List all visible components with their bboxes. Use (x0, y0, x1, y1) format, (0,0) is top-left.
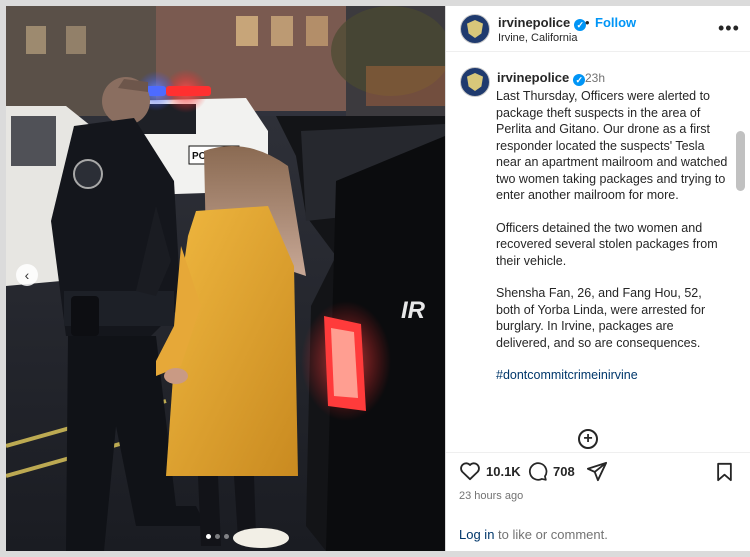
caption-time: 23h (585, 71, 606, 85)
suv-decal: IR (401, 297, 426, 324)
follow-button[interactable]: Follow (595, 15, 636, 30)
post-panel: irvinepolice ✓ • Follow Irvine, Californi… (446, 6, 750, 551)
post-image: POLICE IR (6, 6, 445, 551)
comment-action[interactable]: 708 (527, 461, 575, 482)
comment-icon[interactable] (527, 461, 548, 482)
police-badge-icon (467, 20, 483, 38)
avatar[interactable] (460, 14, 490, 44)
caption-text: Last Thursday, Officers were alerted to … (496, 88, 728, 400)
location-link[interactable]: Irvine, California (498, 32, 577, 44)
verified-icon: ✓ (573, 74, 586, 86)
caption-paragraph: Shensha Fan, 26, and Fang Hou, 52, both … (496, 286, 706, 350)
login-prompt: Log in to like or comment. (459, 527, 608, 542)
share-action[interactable] (586, 461, 608, 482)
comment-count: 708 (553, 464, 575, 479)
login-text: to like or comment. (494, 527, 608, 542)
caption-avatar[interactable] (460, 67, 490, 97)
carousel-prev-button[interactable]: ‹ (16, 264, 38, 286)
caption-paragraph: Last Thursday, Officers were alerted to … (496, 89, 728, 202)
scrollbar-thumb[interactable] (736, 131, 745, 191)
carousel-dot (224, 534, 229, 539)
caption-username-link[interactable]: irvinepolice (497, 70, 569, 85)
dot-separator: • (585, 15, 590, 30)
carousel-dot (206, 534, 211, 539)
police-badge-icon (467, 73, 483, 91)
plus-circle-icon[interactable]: + (578, 429, 598, 449)
screenshot-frame: POLICE IR (0, 0, 750, 557)
hashtag-link[interactable]: #dontcommitcrimeinirvine (496, 367, 728, 384)
post-timestamp: 23 hours ago (459, 490, 524, 502)
post-header: irvinepolice ✓ • Follow Irvine, Californi… (446, 6, 750, 52)
caption-paragraph: Officers detained the two women and reco… (496, 220, 718, 268)
caption-username[interactable]: irvinepolice ✓ (497, 70, 586, 86)
share-icon[interactable] (586, 461, 608, 482)
caption-area: irvinepolice ✓ 23h Last Thursday, Officer… (446, 53, 750, 451)
action-bar: 10.1K 708 23 hours ago Log in to like or… (446, 452, 750, 551)
more-options-icon[interactable]: ••• (718, 18, 740, 39)
login-link[interactable]: Log in (459, 527, 494, 542)
photo-scene: POLICE IR (6, 6, 445, 551)
like-count: 10.1K (486, 463, 521, 479)
heart-icon[interactable] (459, 461, 481, 481)
bookmark-icon[interactable] (716, 462, 733, 482)
username-link[interactable]: irvinepolice (498, 15, 570, 30)
carousel-dot (215, 534, 220, 539)
like-action[interactable]: 10.1K (459, 461, 521, 481)
save-action[interactable] (716, 462, 733, 482)
header-username[interactable]: irvinepolice ✓ (498, 15, 587, 31)
carousel-dots (206, 534, 229, 539)
